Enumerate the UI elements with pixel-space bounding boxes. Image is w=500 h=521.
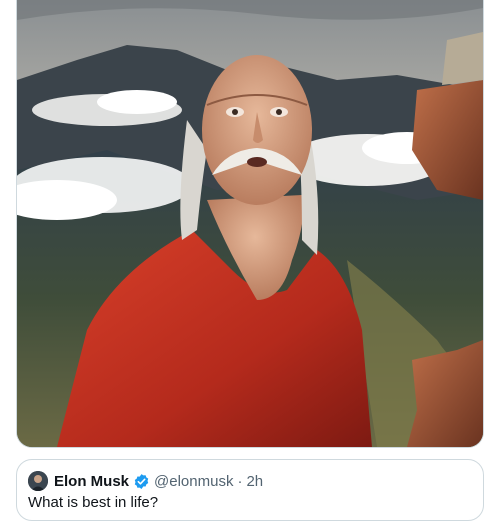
monk-mountain-illustration bbox=[17, 0, 483, 447]
separator-dot: · bbox=[237, 472, 243, 490]
verified-badge-icon bbox=[133, 473, 150, 490]
author-handle[interactable]: @elonmusk bbox=[154, 473, 233, 490]
avatar[interactable] bbox=[28, 471, 48, 491]
quoted-post-card[interactable]: Elon Musk @elonmusk · 2h What is best in… bbox=[16, 459, 484, 521]
author-name[interactable]: Elon Musk bbox=[54, 473, 129, 490]
quoted-post-header: Elon Musk @elonmusk · 2h bbox=[28, 470, 263, 492]
post-media-image[interactable] bbox=[16, 0, 484, 448]
quoted-post-text: What is best in life? bbox=[28, 494, 159, 511]
post-timestamp[interactable]: 2h bbox=[246, 473, 263, 490]
